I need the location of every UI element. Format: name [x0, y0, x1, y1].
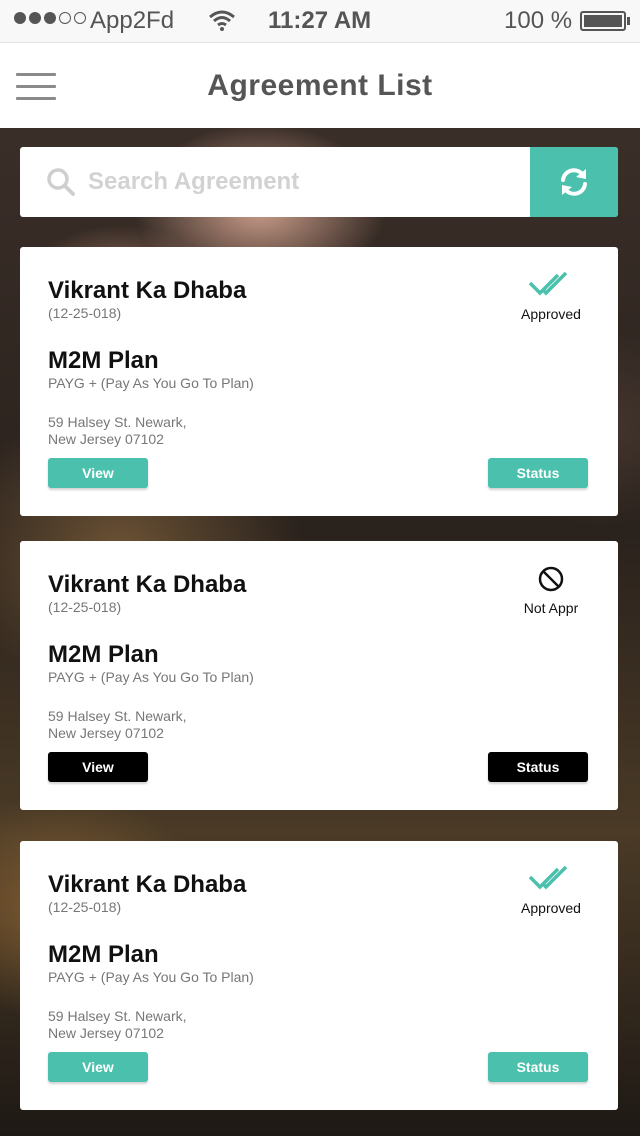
business-name: Vikrant Ka Dhaba	[48, 571, 247, 598]
approval-status: Approved	[506, 865, 596, 916]
navigation-bar: Agreement List	[0, 42, 640, 128]
plan-name: M2M Plan	[48, 347, 159, 374]
status-button[interactable]: Status	[488, 752, 588, 782]
search-input[interactable]	[88, 147, 528, 217]
refresh-icon	[561, 168, 587, 196]
agreement-card: Vikrant Ka Dhaba (12-25-018) M2M Plan PA…	[20, 841, 618, 1110]
status-text: Approved	[521, 900, 581, 916]
agreement-card: Vikrant Ka Dhaba (12-25-018) M2M Plan PA…	[20, 541, 618, 810]
carrier-name: App2Fd	[90, 7, 175, 34]
approval-status: Not Appr	[506, 565, 596, 616]
battery-percentage: 100 %	[504, 7, 573, 34]
wifi-icon	[208, 8, 236, 39]
double-check-icon	[528, 865, 574, 897]
status-text: Not Appr	[523, 600, 579, 616]
agreement-code: (12-25-018)	[48, 899, 122, 915]
business-name: Vikrant Ka Dhaba	[48, 871, 247, 898]
prohibited-icon	[537, 566, 565, 597]
address-line1: 59 Halsey St. Newark,	[48, 1008, 187, 1024]
view-button[interactable]: View	[48, 458, 148, 488]
plan-description: PAYG + (Pay As You Go To Plan)	[48, 969, 254, 985]
status-button[interactable]: Status	[488, 458, 588, 488]
agreement-card: Vikrant Ka Dhaba (12-25-018) M2M Plan PA…	[20, 247, 618, 516]
approval-status: Approved	[506, 271, 596, 322]
view-button[interactable]: View	[48, 1052, 148, 1082]
address-line1: 59 Halsey St. Newark,	[48, 708, 187, 724]
agreement-code: (12-25-018)	[48, 599, 122, 615]
battery-tip	[627, 17, 630, 25]
status-bar: App2Fd 11:27 AM 100 %	[0, 0, 640, 42]
business-name: Vikrant Ka Dhaba	[48, 277, 247, 304]
double-check-icon	[528, 271, 574, 303]
page-title: Agreement List	[207, 69, 433, 102]
address-line2: New Jersey 07102	[48, 431, 164, 447]
plan-description: PAYG + (Pay As You Go To Plan)	[48, 669, 254, 685]
search-icon	[46, 167, 76, 202]
search-bar	[20, 147, 618, 217]
address-line2: New Jersey 07102	[48, 1025, 164, 1041]
plan-name: M2M Plan	[48, 641, 159, 668]
address-line1: 59 Halsey St. Newark,	[48, 414, 187, 430]
plan-name: M2M Plan	[48, 941, 159, 968]
refresh-button[interactable]	[530, 147, 618, 217]
status-text: Approved	[521, 306, 581, 322]
status-button[interactable]: Status	[488, 1052, 588, 1082]
address-line2: New Jersey 07102	[48, 725, 164, 741]
plan-description: PAYG + (Pay As You Go To Plan)	[48, 375, 254, 391]
view-button[interactable]: View	[48, 752, 148, 782]
battery-icon	[580, 11, 626, 31]
clock-time: 11:27 AM	[268, 7, 372, 34]
agreement-code: (12-25-018)	[48, 305, 122, 321]
signal-strength-icon	[14, 12, 86, 24]
